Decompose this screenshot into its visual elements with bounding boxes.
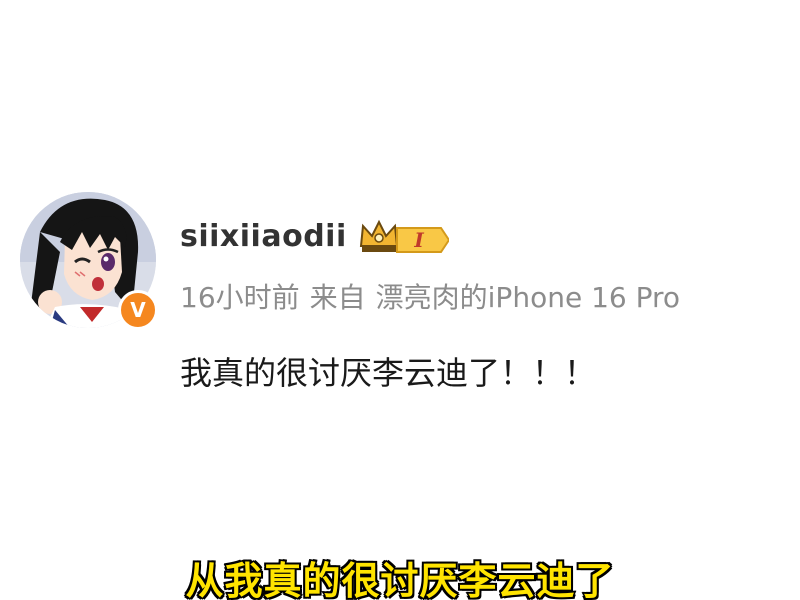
user-row: siixiiaodii I (180, 214, 449, 258)
post-text: 我真的很讨厌李云迪了！！！ (180, 354, 597, 392)
post-meta: 16小时前 来自 漂亮肉的iPhone 16 Pro (180, 276, 690, 316)
weibo-post: V siixiiaodii I 16小时前 来自 漂亮肉的iPhone 16 Pro… (20, 192, 790, 402)
vip-level: I (413, 228, 424, 252)
source-prefix: 来自 (309, 281, 366, 314)
post-device[interactable]: 漂亮肉的iPhone 16 Pro (376, 281, 680, 314)
post-time: 16小时前 (180, 281, 300, 314)
username[interactable]: siixiiaodii (180, 219, 347, 254)
video-subtitle: 从我真的很讨厌李云迪了 (184, 558, 615, 600)
avatar-container[interactable]: V (20, 192, 160, 332)
screenshot-page: V siixiiaodii I 16小时前 来自 漂亮肉的iPhone 16 Pro… (0, 0, 800, 600)
verified-v-icon: V (118, 290, 158, 330)
crown-vip-badge-icon[interactable]: I (359, 216, 449, 256)
